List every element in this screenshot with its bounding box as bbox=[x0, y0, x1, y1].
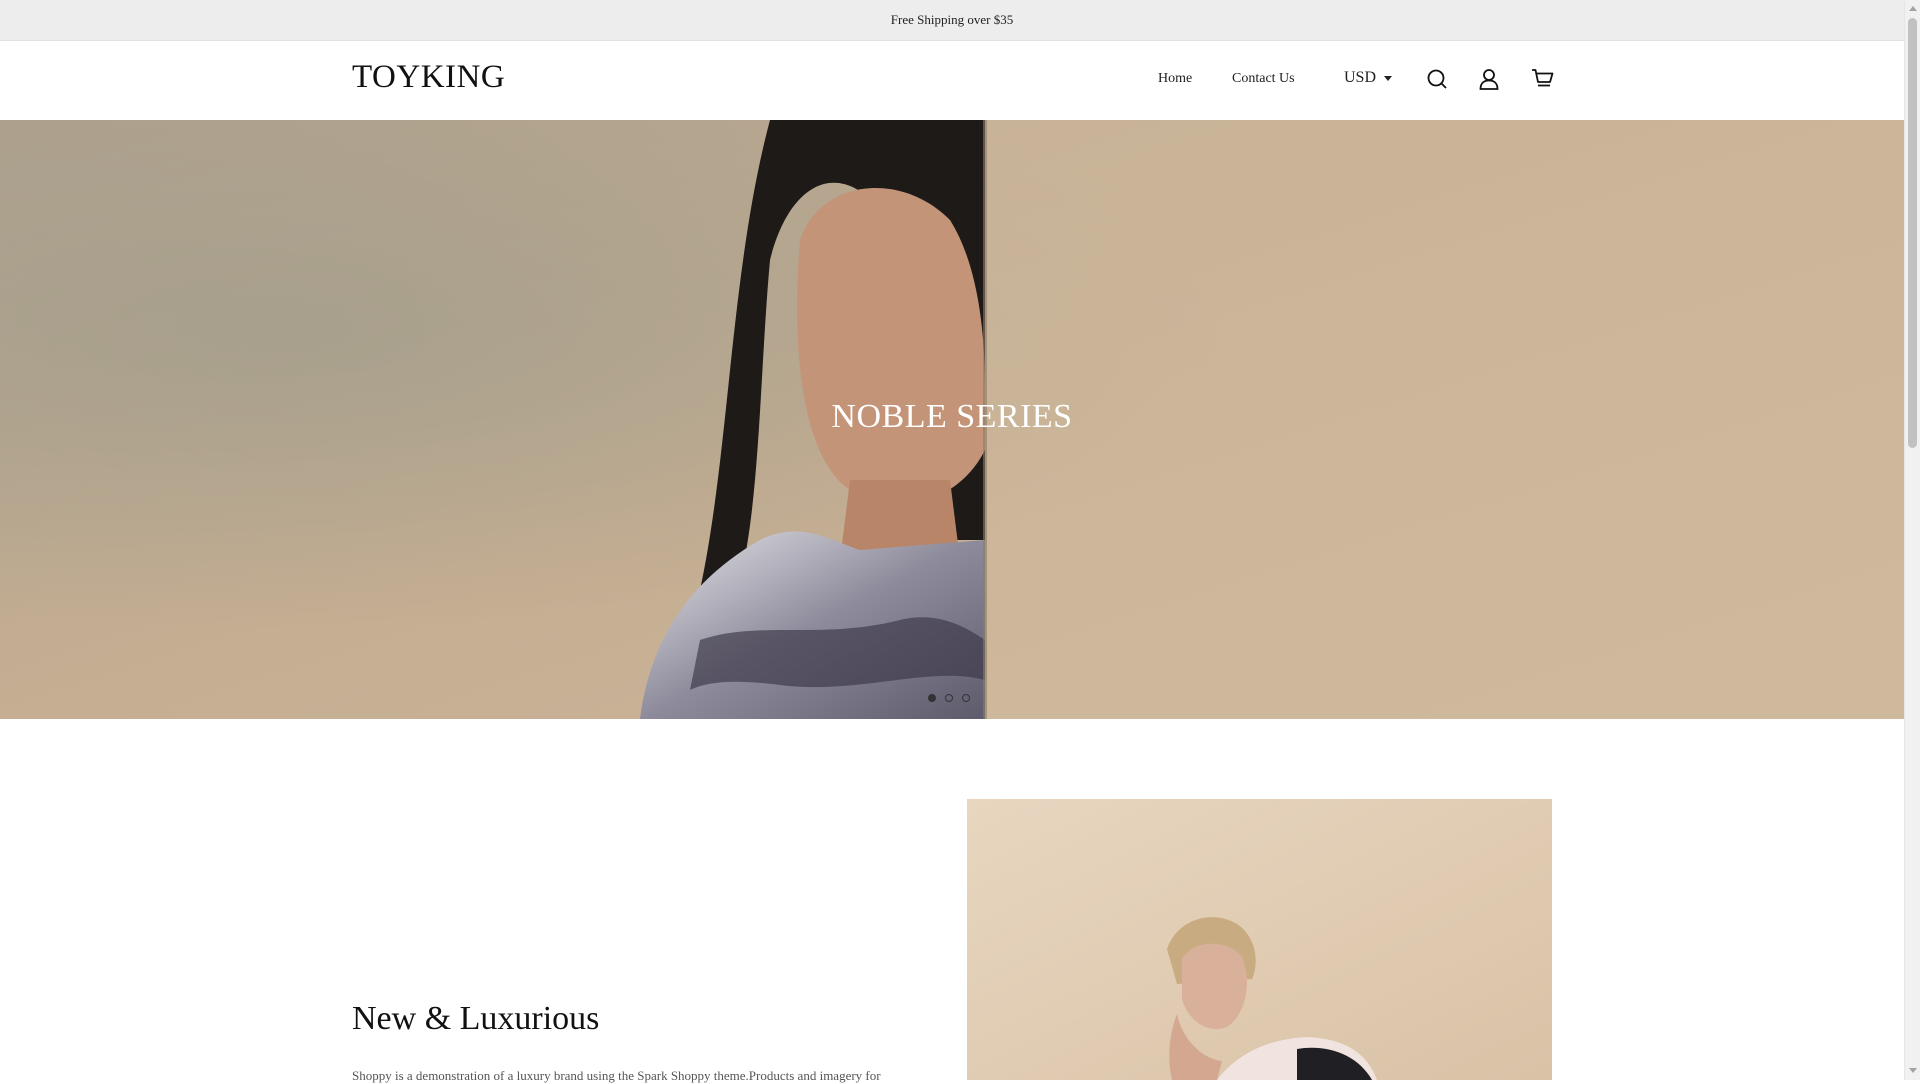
nav-home-link[interactable]: Home bbox=[1158, 71, 1192, 87]
slider-dot-3[interactable] bbox=[962, 694, 970, 702]
feature-image[interactable] bbox=[967, 799, 1552, 1080]
announcement-text: Free Shipping over $35 bbox=[890, 12, 1014, 27]
caret-down-icon bbox=[1384, 75, 1393, 81]
scroll-thumb[interactable] bbox=[1908, 18, 1917, 448]
hero-banner[interactable]: NOBLE SERIES bbox=[0, 120, 1904, 719]
logo[interactable]: TOYKING bbox=[352, 59, 505, 96]
search-icon[interactable] bbox=[1424, 66, 1450, 92]
scroll-up-icon[interactable] bbox=[1909, 6, 1917, 11]
page-scrollbar[interactable] bbox=[1904, 0, 1920, 1080]
slider-dot-2[interactable] bbox=[945, 694, 953, 702]
feature-text: Shoppy is a demonstration of a luxury br… bbox=[352, 1068, 881, 1083]
currency-selector[interactable]: USD bbox=[1344, 69, 1393, 87]
slider-pagination bbox=[928, 694, 970, 702]
slider-dot-1[interactable] bbox=[928, 694, 936, 702]
currency-value: USD bbox=[1344, 69, 1377, 86]
nav-contact-link[interactable]: Contact Us bbox=[1232, 71, 1295, 87]
announcement-bar: Free Shipping over $35 bbox=[0, 0, 1904, 41]
account-icon[interactable] bbox=[1476, 66, 1502, 92]
scroll-down-icon[interactable] bbox=[1909, 1068, 1917, 1073]
feature-heading: New & Luxurious bbox=[352, 1000, 600, 1037]
site-header: TOYKING Home Contact Us USD bbox=[0, 41, 1904, 120]
cart-icon[interactable] bbox=[1530, 66, 1556, 92]
hero-title: NOBLE SERIES bbox=[831, 398, 1073, 435]
